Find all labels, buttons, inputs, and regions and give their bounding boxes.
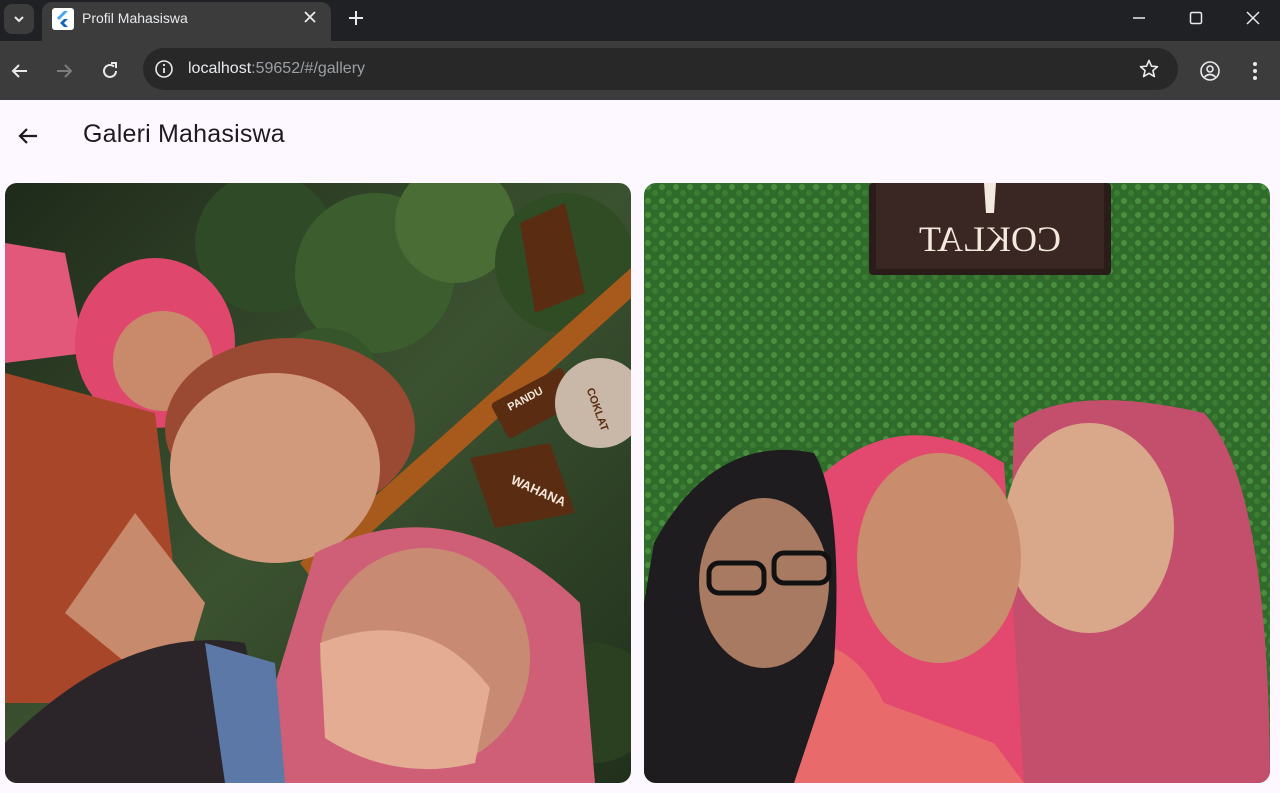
gallery-photo-1[interactable]: WAHANA PANDU COKLAT — [5, 183, 631, 783]
arrow-back-icon — [18, 128, 37, 144]
close-icon[interactable] — [301, 8, 319, 26]
tab-search-button[interactable] — [4, 4, 34, 34]
reload-icon — [103, 62, 117, 78]
info-icon[interactable] — [153, 58, 175, 80]
back-button[interactable] — [7, 58, 33, 84]
photo-2-image: COKLAT — [644, 183, 1270, 783]
reload-button[interactable] — [97, 58, 123, 84]
profile-button[interactable] — [1197, 58, 1223, 84]
app-back-button[interactable] — [12, 120, 44, 152]
arrow-left-icon — [11, 64, 27, 78]
star-icon[interactable] — [1138, 58, 1160, 80]
tab-title: Profil Mahasiswa — [82, 10, 188, 26]
minimize-icon — [1133, 17, 1145, 19]
close-window-button[interactable] — [1231, 4, 1275, 32]
url-host: localhost — [188, 60, 252, 77]
arrow-right-icon — [57, 64, 73, 78]
sign-text: COKLAT — [919, 219, 1061, 259]
address-bar[interactable]: localhost:59652/#/gallery — [143, 48, 1178, 90]
app-bar: Galeri Mahasiswa — [0, 100, 1280, 170]
forward-button[interactable] — [51, 58, 77, 84]
url-path: :59652/#/gallery — [251, 60, 366, 77]
flutter-logo-icon — [52, 8, 74, 30]
more-vert-icon — [1253, 62, 1257, 80]
browser-tabstrip: Profil Mahasiswa — [0, 0, 1280, 41]
person-right — [1004, 400, 1270, 783]
browser-toolbar: localhost:59652/#/gallery — [0, 41, 1280, 100]
menu-button[interactable] — [1242, 58, 1268, 84]
plus-icon[interactable] — [344, 6, 368, 30]
account-icon — [1200, 61, 1220, 81]
coklat-sign: COKLAT — [869, 183, 1111, 275]
maximize-icon — [1189, 11, 1203, 25]
photo-1-image: WAHANA PANDU COKLAT — [5, 183, 631, 783]
browser-tab-active[interactable]: Profil Mahasiswa — [42, 2, 331, 41]
gallery-photo-2[interactable]: COKLAT — [644, 183, 1270, 783]
minimize-button[interactable] — [1117, 4, 1161, 32]
chevron-down-icon — [14, 16, 24, 23]
url-text[interactable]: localhost:59652/#/gallery — [188, 60, 365, 78]
close-icon — [1246, 11, 1260, 25]
page-title: Galeri Mahasiswa — [83, 120, 285, 148]
maximize-button[interactable] — [1174, 4, 1218, 32]
